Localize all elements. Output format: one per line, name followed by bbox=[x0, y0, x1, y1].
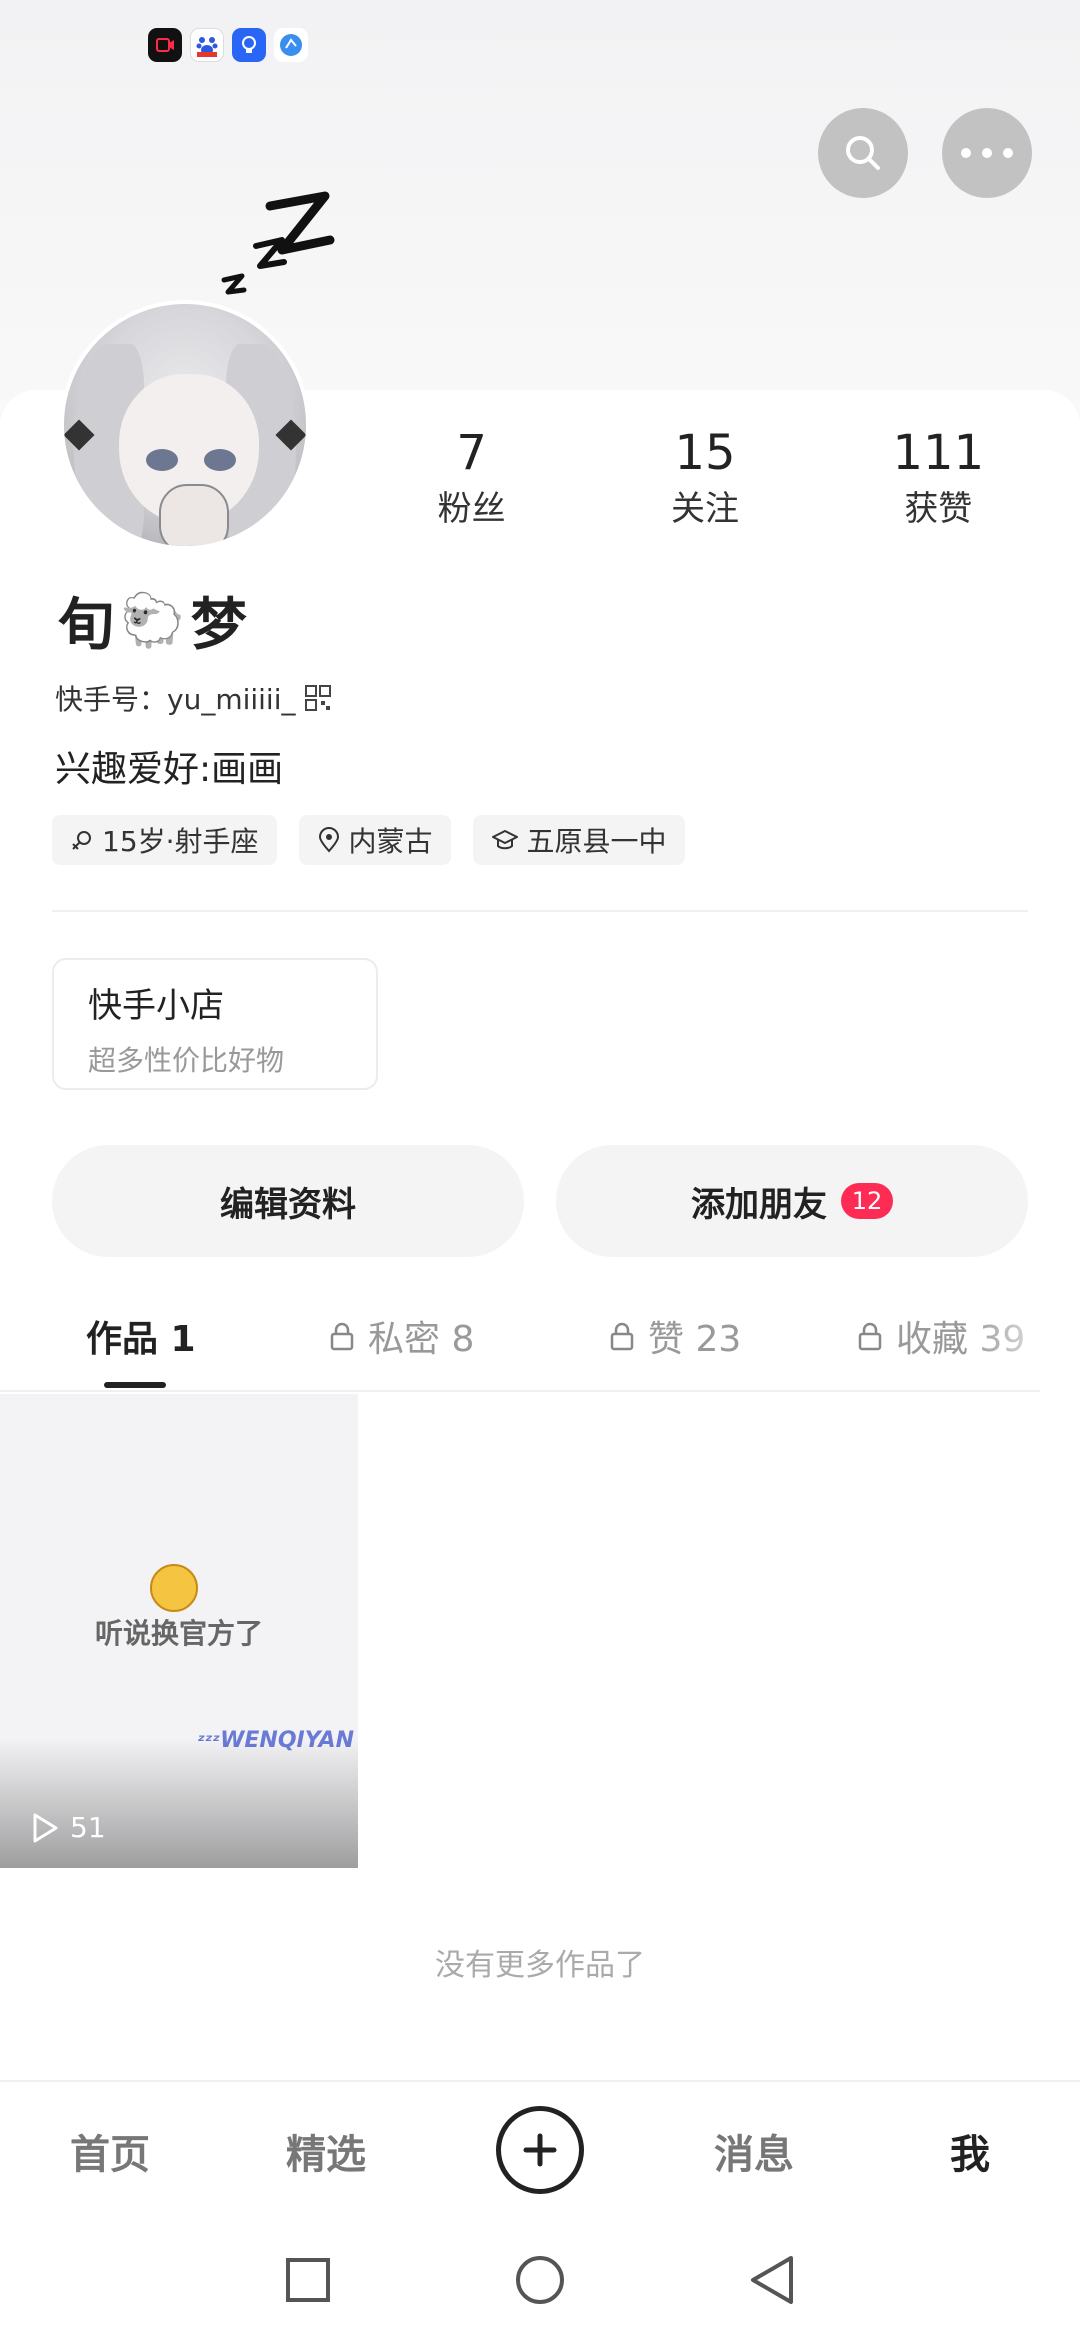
play-count-value: 51 bbox=[70, 1811, 106, 1844]
screen-record-icon bbox=[148, 28, 182, 62]
back-triangle-icon bbox=[751, 2256, 793, 2304]
tab-label: 赞 23 bbox=[648, 1319, 742, 1360]
kuaishou-shop-card[interactable]: 快手小店 超多性价比好物 bbox=[52, 958, 378, 1090]
friend-request-badge: 12 bbox=[841, 1183, 893, 1219]
sleeping-zzz-icon bbox=[221, 191, 335, 295]
bottom-nav: 首页 精选 消息 我 bbox=[0, 2080, 1080, 2220]
browser-icon bbox=[274, 28, 308, 62]
more-button[interactable] bbox=[942, 108, 1032, 198]
search-button[interactable] bbox=[818, 108, 908, 198]
stat-label: 关注 bbox=[670, 489, 739, 529]
avatar[interactable] bbox=[60, 300, 310, 550]
play-icon bbox=[33, 1813, 58, 1842]
nav-messages[interactable]: 消息 bbox=[694, 2122, 814, 2180]
stat-label: 获赞 bbox=[904, 489, 973, 529]
tag-label: 15岁·射手座 bbox=[102, 825, 259, 858]
lock-icon bbox=[610, 1322, 634, 1351]
status-icons bbox=[148, 28, 308, 62]
tabs-divider bbox=[0, 1390, 1040, 1392]
plus-icon bbox=[523, 2133, 557, 2167]
stat-value: 7 bbox=[456, 425, 487, 481]
video-thumbnail[interactable]: 听说换官方了 ᶻᶻᶻWENQIYAN 51 bbox=[0, 1394, 358, 1868]
stat-following[interactable]: 15 关注 bbox=[588, 425, 821, 531]
nav-featured[interactable]: 精选 bbox=[266, 2122, 386, 2180]
stat-value: 111 bbox=[892, 425, 985, 481]
square-icon bbox=[286, 2258, 330, 2302]
sheep-emoji: 🐑 bbox=[120, 591, 185, 651]
active-tab-indicator bbox=[104, 1382, 166, 1388]
graduation-cap-icon bbox=[491, 830, 518, 850]
circle-icon bbox=[516, 2256, 564, 2304]
video-caption: 听说换官方了 bbox=[94, 1617, 263, 1650]
kuaishou-id: 快手号：yu_miiiii_ bbox=[55, 678, 332, 718]
tag-location[interactable]: 内蒙古 bbox=[298, 815, 451, 865]
starstruck-emoji-icon bbox=[150, 1564, 198, 1612]
lock-icon bbox=[858, 1322, 882, 1351]
play-count: 51 bbox=[30, 1811, 106, 1844]
back-button[interactable] bbox=[742, 2250, 802, 2310]
search-icon bbox=[846, 136, 880, 170]
profile-stats: 7 粉丝 15 关注 111 获赞 bbox=[355, 425, 1055, 531]
recent-apps-button[interactable] bbox=[278, 2250, 338, 2310]
stat-likes[interactable]: 111 获赞 bbox=[822, 425, 1055, 531]
name-text: 梦 bbox=[190, 593, 247, 658]
tab-liked[interactable]: 赞 23 bbox=[608, 1310, 741, 1362]
stat-value: 15 bbox=[674, 425, 736, 481]
tag-age-zodiac[interactable]: 15岁·射手座 bbox=[52, 815, 277, 865]
edit-profile-button[interactable]: 编辑资料 bbox=[52, 1145, 524, 1257]
shop-title: 快手小店 bbox=[88, 986, 224, 1026]
profile-name: 旬 🐑 梦 bbox=[58, 580, 247, 661]
kuaishou-id-text: 快手号：yu_miiiii_ bbox=[55, 683, 296, 716]
lightbulb-icon bbox=[232, 28, 266, 62]
status-bar bbox=[0, 0, 1080, 90]
nav-home[interactable]: 首页 bbox=[50, 2122, 170, 2180]
add-friend-label: 添加朋友 bbox=[691, 1184, 827, 1225]
qr-code-icon[interactable] bbox=[304, 684, 332, 712]
zodiac-icon bbox=[72, 831, 91, 850]
video-shade bbox=[0, 1738, 358, 1868]
divider bbox=[52, 910, 1028, 912]
add-friend-button[interactable]: 添加朋友 12 bbox=[556, 1145, 1028, 1257]
tab-works[interactable]: 作品 1 bbox=[86, 1310, 196, 1362]
stat-followers[interactable]: 7 粉丝 bbox=[355, 425, 588, 531]
profile-tags: 15岁·射手座 内蒙古 五原县一中 bbox=[52, 815, 685, 865]
tab-label: 作品 1 bbox=[86, 1319, 196, 1360]
baidu-icon bbox=[190, 28, 224, 62]
home-button[interactable] bbox=[510, 2250, 570, 2310]
profile-bio: 兴趣爱好:画画 bbox=[55, 749, 284, 790]
system-nav-bar bbox=[0, 2220, 1080, 2340]
nav-me[interactable]: 我 bbox=[910, 2122, 1030, 2180]
name-text: 旬 bbox=[58, 593, 114, 658]
tag-school[interactable]: 五原县一中 bbox=[472, 815, 685, 865]
stat-label: 粉丝 bbox=[437, 489, 506, 529]
location-pin-icon bbox=[318, 827, 339, 853]
no-more-works-text: 没有更多作品了 bbox=[435, 1948, 645, 1983]
tab-overflow-fade bbox=[970, 1298, 1080, 1388]
tab-private[interactable]: 私密 8 bbox=[328, 1310, 474, 1362]
content-tabs: 作品 1 私密 8 赞 23 收藏 39 bbox=[0, 1298, 1080, 1390]
tag-label: 五原县一中 bbox=[526, 825, 667, 858]
shop-subtitle: 超多性价比好物 bbox=[88, 1044, 285, 1077]
more-icon bbox=[961, 148, 1013, 158]
lock-icon bbox=[330, 1322, 354, 1351]
tag-label: 内蒙古 bbox=[348, 825, 433, 858]
edit-profile-label: 编辑资料 bbox=[220, 1184, 356, 1225]
create-button[interactable] bbox=[496, 2106, 584, 2194]
tab-label: 私密 8 bbox=[368, 1319, 475, 1360]
